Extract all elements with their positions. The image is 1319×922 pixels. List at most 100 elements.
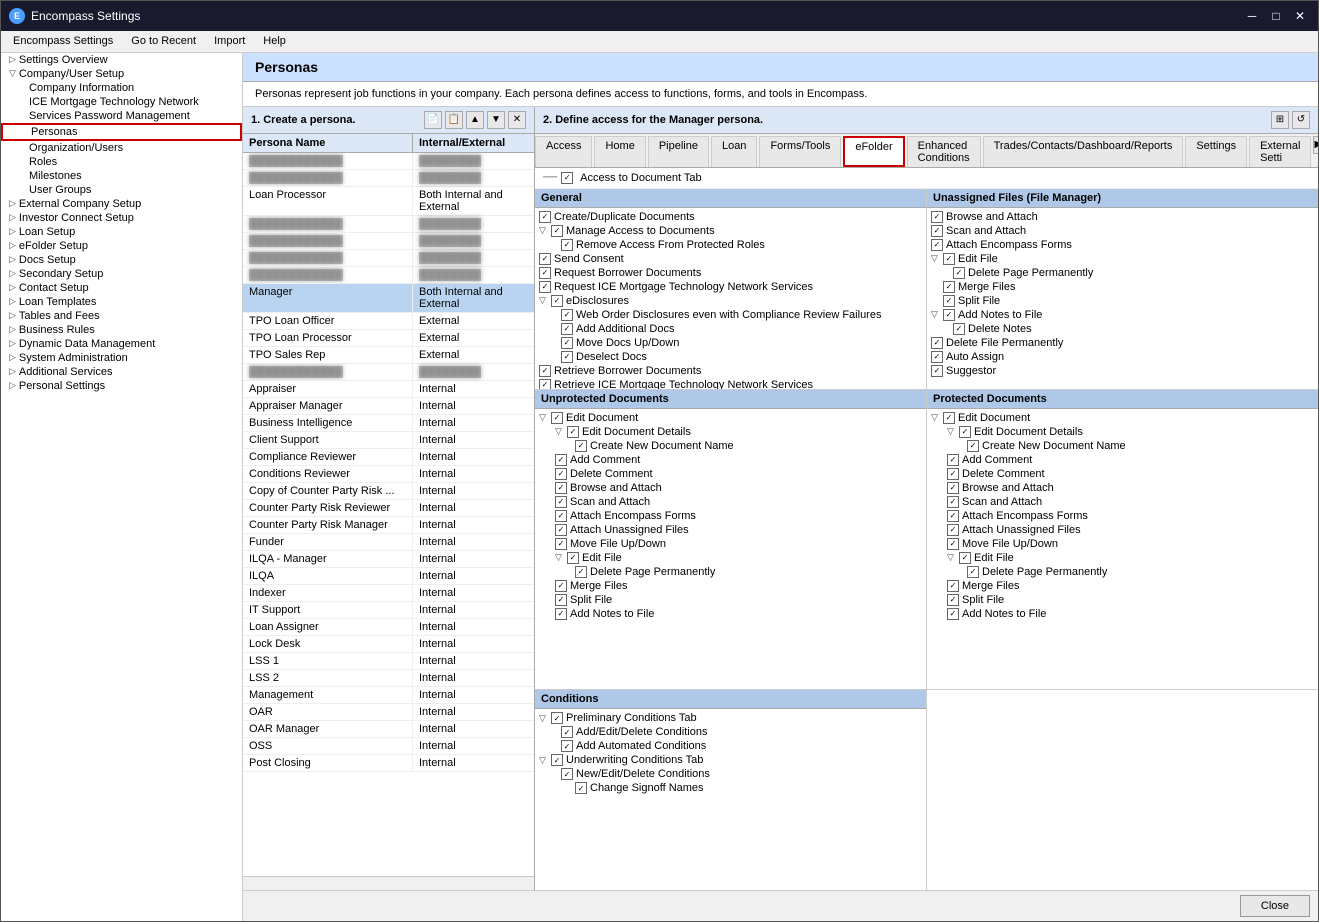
cb-split-file-p[interactable] (947, 594, 959, 606)
move-down-button[interactable]: ▼ (487, 111, 505, 129)
cb-edisclosures[interactable] (551, 295, 563, 307)
cb-delete-page-perm-p[interactable] (967, 566, 979, 578)
sidebar-item-secondary-setup[interactable]: ▷ Secondary Setup (1, 267, 242, 281)
sidebar-item-system-admin[interactable]: ▷ System Administration (1, 351, 242, 365)
cb-delete-page-perm[interactable] (575, 566, 587, 578)
table-row[interactable]: Compliance Reviewer Internal (243, 449, 534, 466)
cb-create-dup[interactable] (539, 211, 551, 223)
tab-forms-tools[interactable]: Forms/Tools (759, 136, 841, 167)
cb-add-edit-delete-conditions[interactable] (561, 726, 573, 738)
cb-attach-forms-u[interactable] (931, 239, 943, 251)
tab-enhanced-conditions[interactable]: Enhanced Conditions (907, 136, 981, 167)
sidebar-item-milestones[interactable]: Milestones (1, 169, 242, 183)
left-panel-hscroll[interactable] (243, 876, 534, 890)
sidebar-item-business-rules[interactable]: ▷ Business Rules (1, 323, 242, 337)
cb-merge-files-u[interactable] (943, 281, 955, 293)
table-row[interactable]: Appraiser Internal (243, 381, 534, 398)
new-persona-button[interactable]: 📄 (424, 111, 442, 129)
tab-efolder[interactable]: eFolder (843, 136, 904, 167)
sidebar-item-services-password[interactable]: Services Password Management (1, 109, 242, 123)
table-row[interactable]: Funder Internal (243, 534, 534, 551)
tab-trades-contacts[interactable]: Trades/Contacts/Dashboard/Reports (983, 136, 1184, 167)
access-to-doc-checkbox[interactable] (561, 172, 573, 184)
sidebar-item-company-user-setup[interactable]: ▽ Company/User Setup (1, 67, 242, 81)
menu-encompass-settings[interactable]: Encompass Settings (5, 33, 121, 49)
cb-edit-doc[interactable] (551, 412, 563, 424)
unassigned-content[interactable]: Browse and Attach Scan and Attach Attach… (927, 208, 1318, 389)
minimize-button[interactable]: ─ (1242, 8, 1262, 24)
table-row[interactable]: ████████████ ████████ (243, 250, 534, 267)
table-row[interactable]: Counter Party Risk Manager Internal (243, 517, 534, 534)
cb-add-comment[interactable] (555, 454, 567, 466)
cb-add-notes-u[interactable] (943, 309, 955, 321)
cb-scan-attach[interactable] (555, 496, 567, 508)
table-row[interactable]: Manager Both Internal and External (243, 284, 534, 313)
sidebar-item-loan-setup[interactable]: ▷ Loan Setup (1, 225, 242, 239)
delete-persona-button[interactable]: ✕ (508, 111, 526, 129)
cb-edit-doc-p[interactable] (943, 412, 955, 424)
cb-request-ice[interactable] (539, 281, 551, 293)
table-row[interactable]: ████████████ ████████ (243, 170, 534, 187)
table-row[interactable]: Management Internal (243, 687, 534, 704)
cb-delete-file-perm-u[interactable] (931, 337, 943, 349)
table-row[interactable]: Conditions Reviewer Internal (243, 466, 534, 483)
table-row[interactable]: Lock Desk Internal (243, 636, 534, 653)
move-up-button[interactable]: ▲ (466, 111, 484, 129)
conditions-content[interactable]: ▽Preliminary Conditions Tab Add/Edit/Del… (535, 709, 926, 890)
table-row[interactable]: Loan Processor Both Internal and Externa… (243, 187, 534, 216)
table-row[interactable]: ILQA - Manager Internal (243, 551, 534, 568)
cb-retrieve-borrower[interactable] (539, 365, 551, 377)
table-row[interactable]: Client Support Internal (243, 432, 534, 449)
cb-move-file-updown[interactable] (555, 538, 567, 550)
cb-change-signoff[interactable] (575, 782, 587, 794)
cb-edit-file-p[interactable] (959, 552, 971, 564)
tab-loan[interactable]: Loan (711, 136, 757, 167)
cb-delete-comment[interactable] (555, 468, 567, 480)
cb-add-automated[interactable] (561, 740, 573, 752)
cb-delete-notes-u[interactable] (953, 323, 965, 335)
sidebar-item-tables-fees[interactable]: ▷ Tables and Fees (1, 309, 242, 323)
cb-browse-attach-u[interactable] (931, 211, 943, 223)
sidebar-item-docs-setup[interactable]: ▷ Docs Setup (1, 253, 242, 267)
cb-edit-doc-details[interactable] (567, 426, 579, 438)
table-row[interactable]: Indexer Internal (243, 585, 534, 602)
cb-scan-attach-u[interactable] (931, 225, 943, 237)
unprotected-content[interactable]: ▽Edit Document ▽Edit Document Details Cr… (535, 409, 926, 690)
table-row[interactable]: ████████████ ████████ (243, 153, 534, 170)
table-row[interactable]: ILQA Internal (243, 568, 534, 585)
table-row[interactable]: TPO Loan Officer External (243, 313, 534, 330)
table-row[interactable]: ████████████ ████████ (243, 364, 534, 381)
cb-edit-doc-details-p[interactable] (959, 426, 971, 438)
cb-send-consent[interactable] (539, 253, 551, 265)
menu-help[interactable]: Help (255, 33, 294, 49)
cb-browse-attach[interactable] (555, 482, 567, 494)
right-tool-btn-2[interactable]: ↺ (1292, 111, 1310, 129)
cb-prelim-conditions[interactable] (551, 712, 563, 724)
table-row[interactable]: TPO Sales Rep External (243, 347, 534, 364)
table-row[interactable]: Counter Party Risk Reviewer Internal (243, 500, 534, 517)
cb-split-file[interactable] (555, 594, 567, 606)
cb-remove-access[interactable] (561, 239, 573, 251)
cb-suggestor-u[interactable] (931, 365, 943, 377)
table-row[interactable]: LSS 2 Internal (243, 670, 534, 687)
tab-home[interactable]: Home (594, 136, 645, 167)
cb-add-additional-docs[interactable] (561, 323, 573, 335)
sidebar-item-additional-services[interactable]: ▷ Additional Services (1, 365, 242, 379)
cb-delete-page-u[interactable] (953, 267, 965, 279)
sidebar-scroll[interactable]: ▷ Settings Overview ▽ Company/User Setup… (1, 53, 242, 921)
cb-scan-attach-p[interactable] (947, 496, 959, 508)
table-row[interactable]: Loan Assigner Internal (243, 619, 534, 636)
cb-merge-files-p[interactable] (947, 580, 959, 592)
cb-attach-forms[interactable] (555, 510, 567, 522)
cb-manage-access[interactable] (551, 225, 563, 237)
protected-content[interactable]: ▽Edit Document ▽Edit Document Details Cr… (927, 409, 1318, 690)
cb-attach-unassigned[interactable] (555, 524, 567, 536)
copy-persona-button[interactable]: 📋 (445, 111, 463, 129)
tab-access[interactable]: Access (535, 136, 592, 167)
cb-delete-comment-p[interactable] (947, 468, 959, 480)
tab-settings[interactable]: Settings (1185, 136, 1247, 167)
cb-edit-file[interactable] (567, 552, 579, 564)
cb-create-new-doc-name[interactable] (575, 440, 587, 452)
sidebar-item-user-groups[interactable]: User Groups (1, 183, 242, 197)
sidebar-item-company-information[interactable]: Company Information (1, 81, 242, 95)
